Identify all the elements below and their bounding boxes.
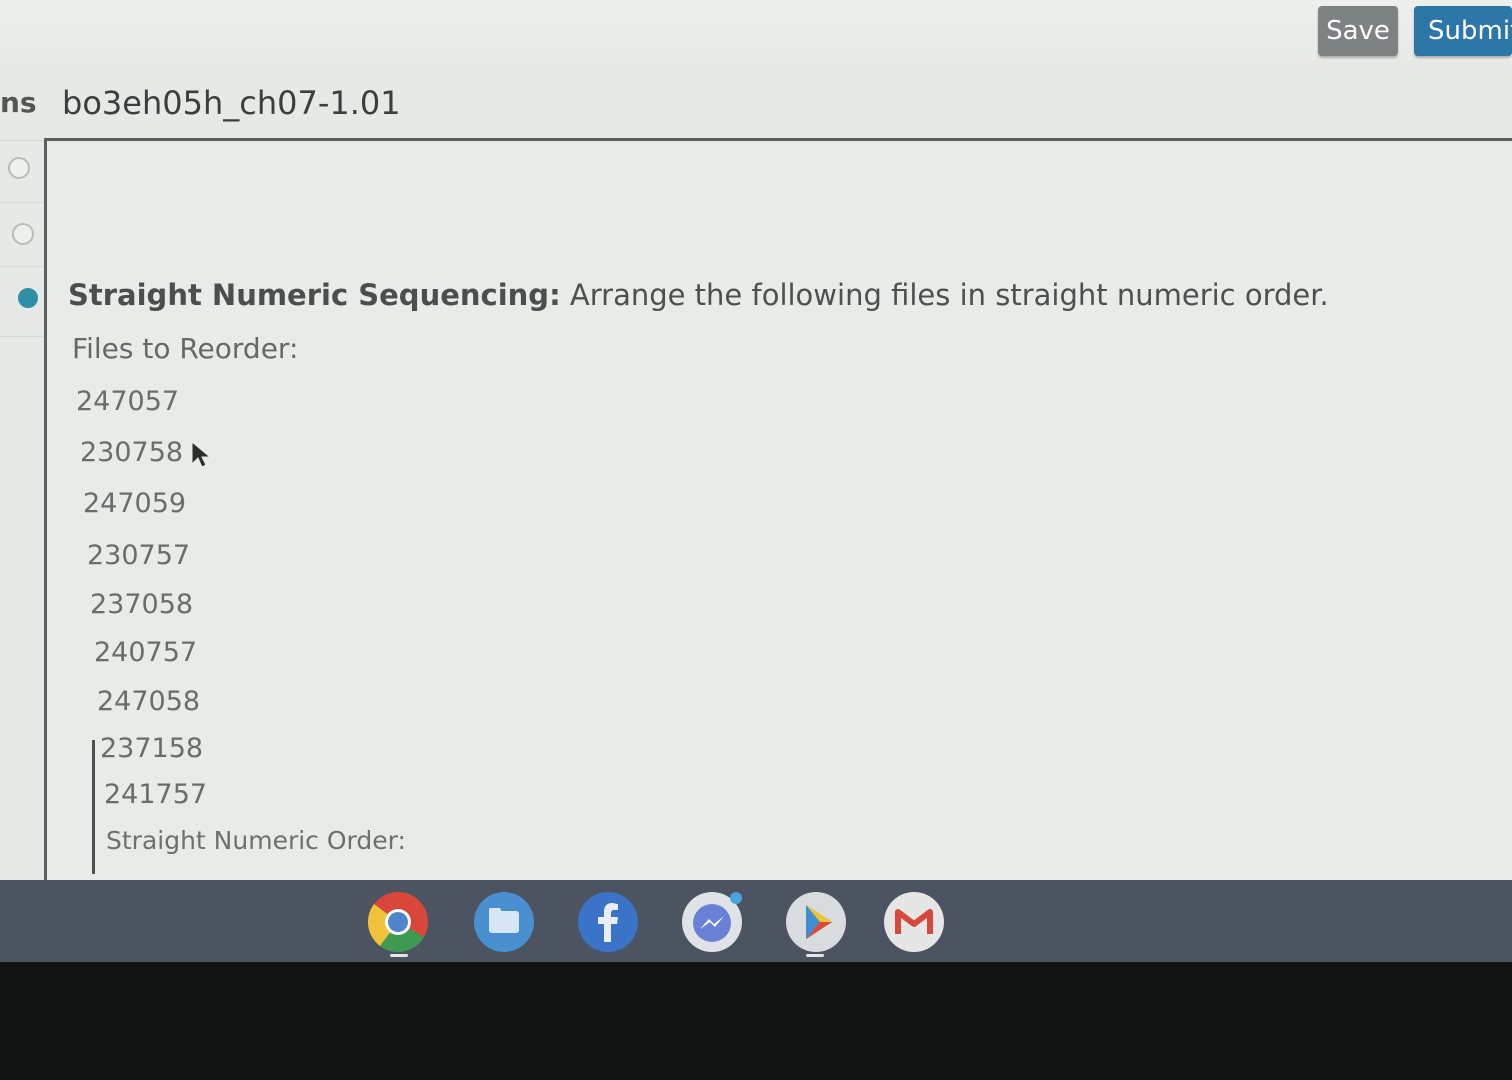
question-panel bbox=[44, 138, 1512, 880]
question-radio-2[interactable] bbox=[12, 223, 34, 245]
mouse-cursor-icon bbox=[191, 440, 212, 468]
play-store-icon[interactable] bbox=[786, 892, 846, 952]
top-toolbar: Save Submit bbox=[0, 0, 1512, 80]
facebook-icon[interactable] bbox=[578, 892, 638, 952]
rail-divider bbox=[0, 202, 46, 203]
file-item: 237158 bbox=[100, 733, 204, 764]
file-item: 240757 bbox=[94, 637, 198, 668]
rail-divider bbox=[0, 140, 46, 141]
question-rail bbox=[0, 80, 46, 880]
question-radio-1[interactable] bbox=[8, 157, 30, 179]
submit-button[interactable]: Submit bbox=[1414, 6, 1512, 56]
file-item: 237058 bbox=[90, 589, 194, 620]
file-item: 247059 bbox=[83, 488, 187, 519]
panel-inner-border bbox=[92, 740, 95, 874]
page-title: bo3eh05h_ch07-1.01 bbox=[62, 84, 401, 122]
files-label: Files to Reorder: bbox=[72, 332, 299, 365]
screen-bezel bbox=[0, 962, 1512, 1080]
play-store-running-indicator bbox=[806, 954, 824, 957]
file-item: 247058 bbox=[97, 686, 201, 717]
messenger-icon[interactable] bbox=[682, 892, 742, 952]
rail-divider bbox=[0, 266, 46, 267]
chrome-icon[interactable] bbox=[368, 892, 428, 952]
question-radio-current[interactable] bbox=[18, 288, 38, 308]
files-icon[interactable] bbox=[474, 892, 534, 952]
file-item: 241757 bbox=[104, 779, 208, 810]
order-label: Straight Numeric Order: bbox=[106, 826, 406, 855]
file-item: 247057 bbox=[76, 386, 180, 417]
question-heading: Straight Numeric Sequencing: bbox=[68, 278, 561, 312]
rail-divider bbox=[0, 336, 46, 337]
gmail-icon[interactable] bbox=[884, 892, 944, 952]
file-item: 230757 bbox=[87, 540, 191, 571]
chrome-running-indicator bbox=[390, 954, 408, 957]
taskbar bbox=[0, 880, 1512, 962]
question-text: Straight Numeric Sequencing: Arrange the… bbox=[68, 278, 1329, 312]
file-item: 230758 bbox=[80, 437, 184, 468]
save-button[interactable]: Save bbox=[1318, 6, 1398, 56]
question-prompt: Arrange the following files in straight … bbox=[560, 278, 1329, 312]
